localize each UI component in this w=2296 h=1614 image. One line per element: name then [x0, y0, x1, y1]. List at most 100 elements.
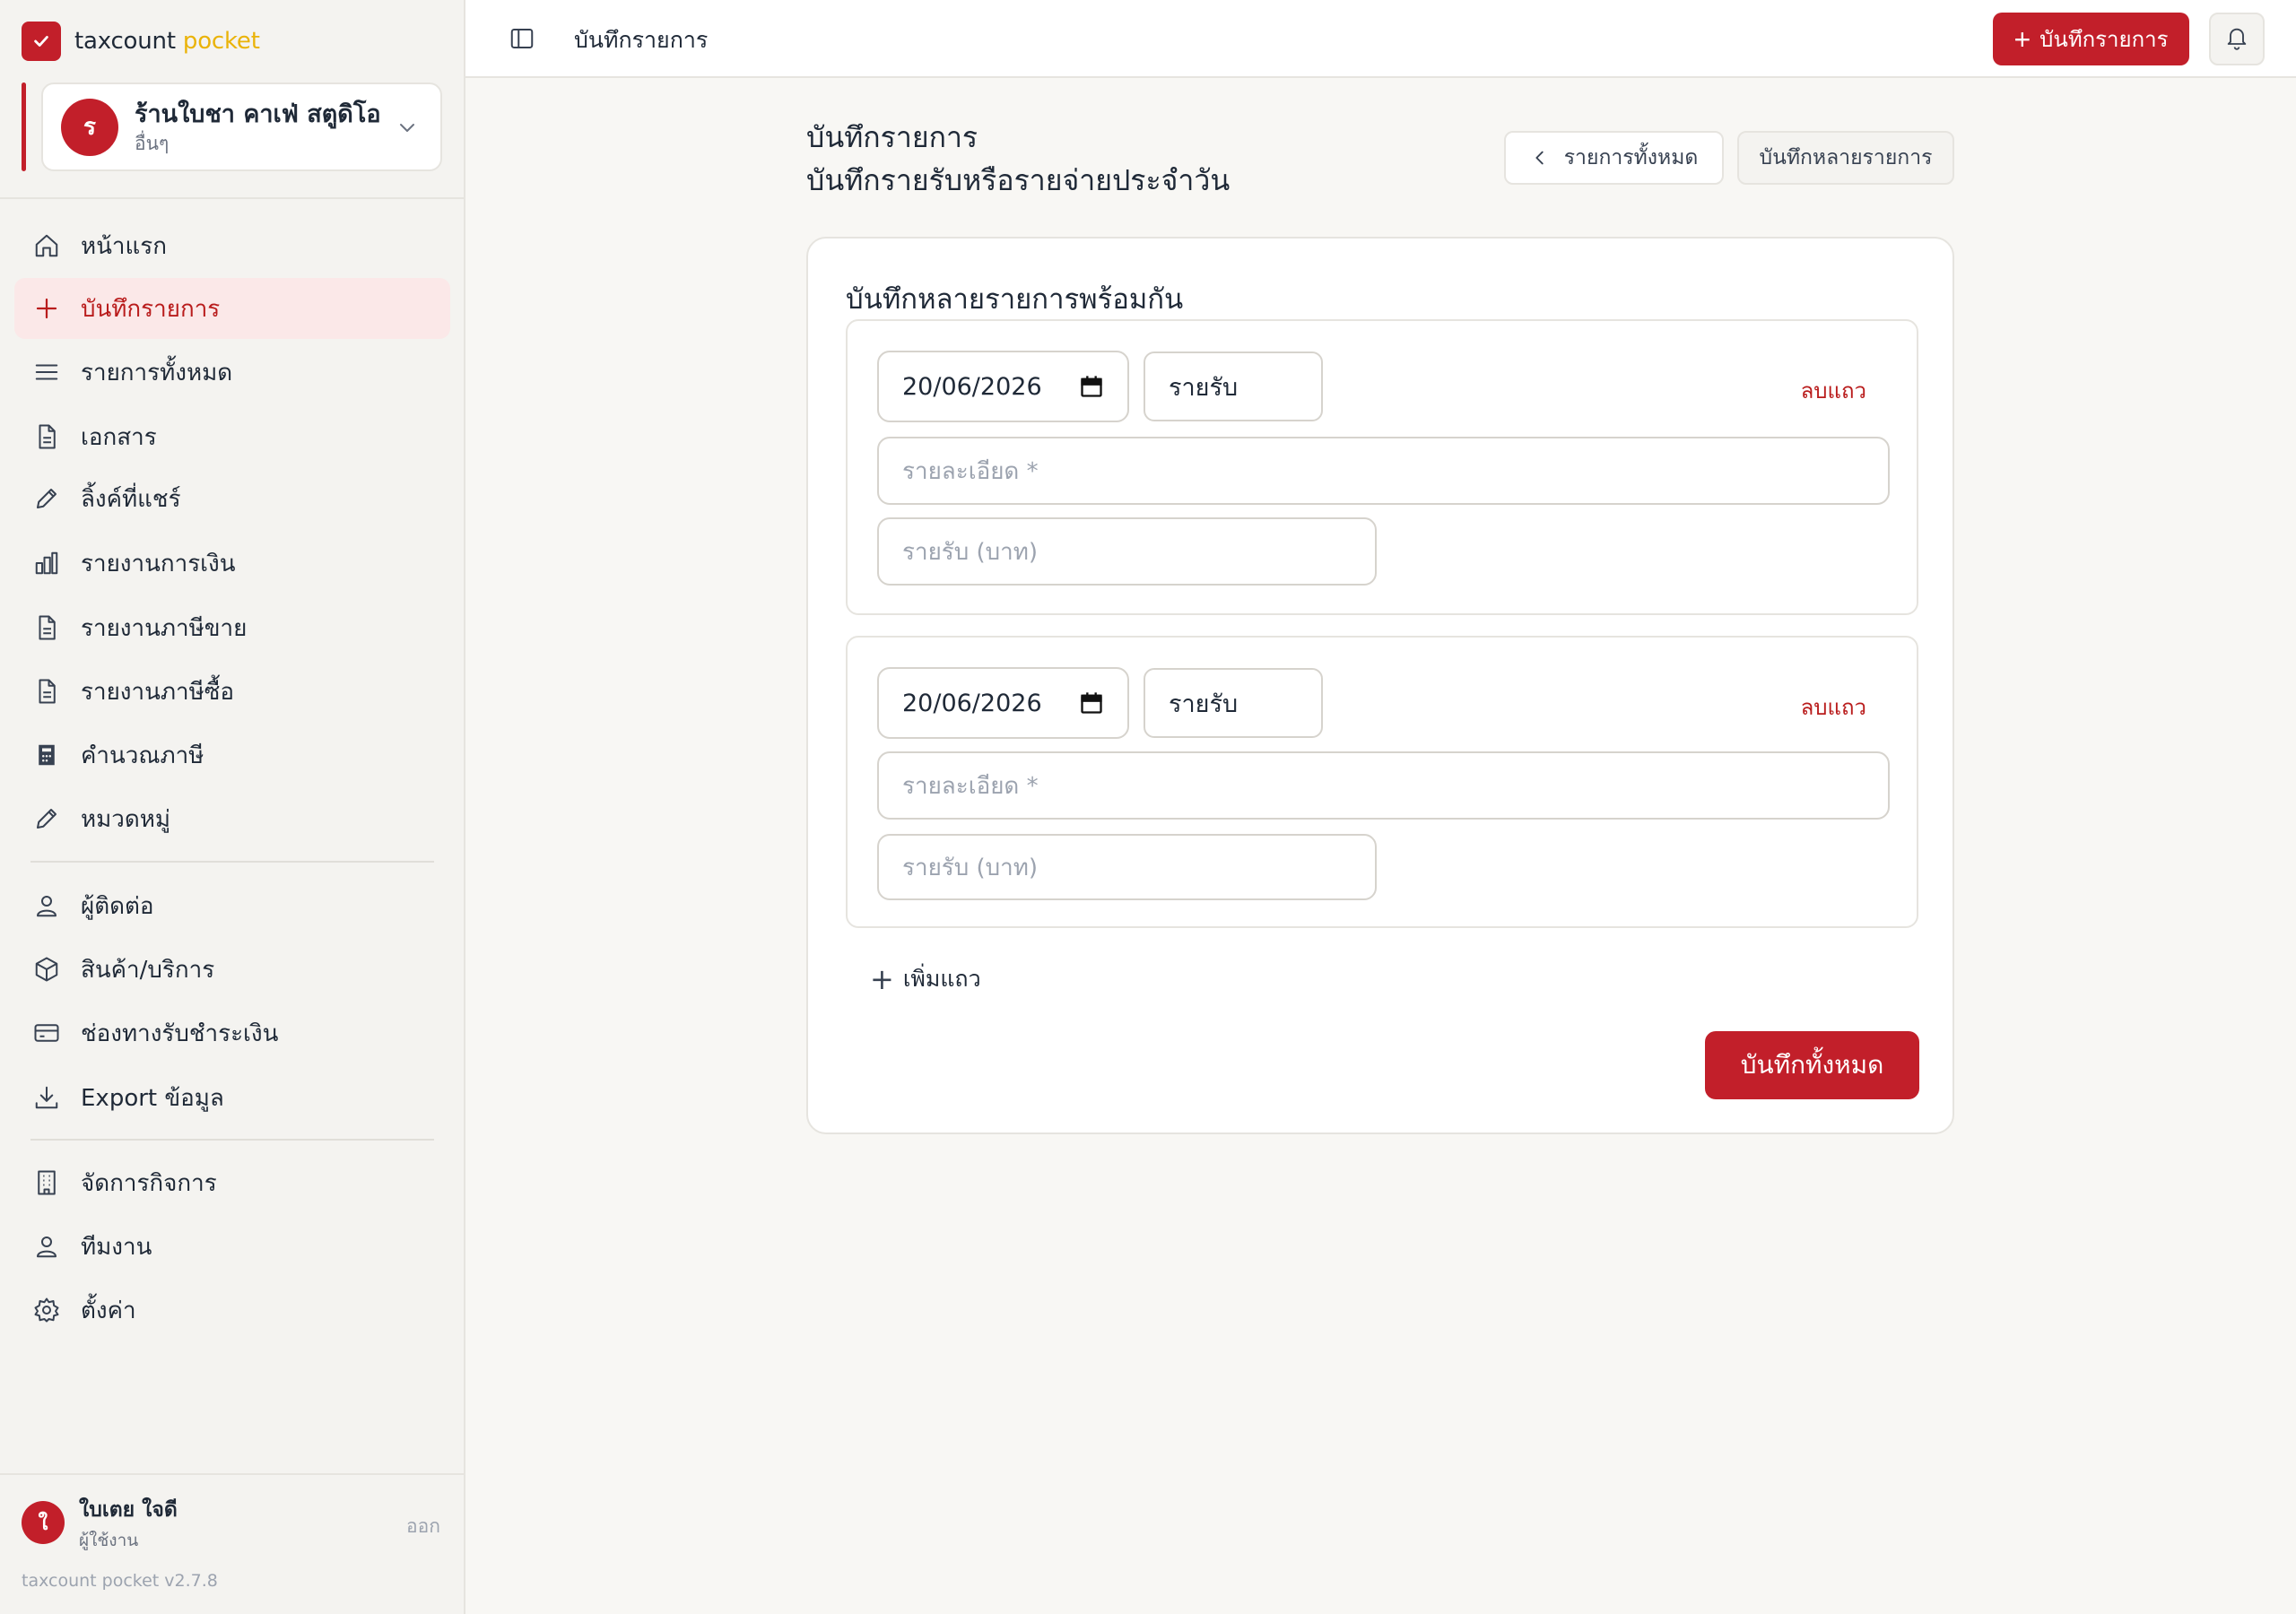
org-name: ร้านใบชา คาเฟ่ สตูดิโอ [135, 100, 381, 128]
org-switcher[interactable]: ร ร้านใบชา คาเฟ่ สตูดิโอ อื่นๆ [41, 82, 442, 171]
calendar-icon[interactable] [1079, 374, 1104, 399]
amount-input[interactable]: รายรับ (บาท) [877, 517, 1377, 586]
building-icon [30, 1167, 63, 1199]
sidebar-item-record[interactable]: บันทึกรายการ [14, 278, 450, 339]
org-active-indicator [22, 82, 26, 171]
form-title: บันทึกหลายรายการพร้อมกัน [846, 283, 1184, 316]
sidebar-toggle-icon[interactable] [507, 23, 537, 54]
add-row-button[interactable]: + เพิ่มแถว [870, 961, 981, 997]
brand-name: taxcount pocket [74, 28, 260, 55]
sidebar-item-export[interactable]: Export ข้อมูล [14, 1067, 450, 1128]
gear-icon [30, 1294, 63, 1326]
credit-card-icon [30, 1017, 63, 1049]
sidebar-item-tax-calc[interactable]: คำนวณภาษี [14, 725, 450, 785]
list-icon [30, 356, 63, 388]
org-avatar: ร [61, 98, 118, 156]
date-input[interactable]: 20/06/2026 [877, 667, 1129, 739]
calendar-icon[interactable] [1079, 690, 1104, 716]
download-icon [30, 1081, 63, 1114]
sidebar-item-label: จัดการกิจการ [81, 1169, 217, 1197]
back-button-label: รายการทั้งหมด [1563, 146, 1699, 169]
logout-button[interactable]: ออก [406, 1512, 440, 1541]
back-to-all-items-button[interactable]: รายการทั้งหมด [1504, 131, 1724, 185]
delete-row-button[interactable]: ลบแถว [1801, 690, 1866, 725]
org-category: อื่นๆ [135, 132, 170, 154]
sidebar-item-label: รายงานภาษีขาย [81, 614, 248, 642]
detail-input[interactable]: รายละเอียด * [877, 751, 1890, 820]
sidebar-divider [0, 197, 465, 199]
sidebar-item-shared-links[interactable]: ลิ้งค์ที่แชร์ [14, 468, 450, 529]
save-all-button[interactable]: บันทึกทั้งหมด [1705, 1031, 1919, 1099]
sidebar-item-team[interactable]: ทีมงาน [14, 1216, 450, 1277]
user-role: ผู้ใช้งาน [79, 1531, 139, 1550]
plus-icon [30, 292, 63, 325]
sidebar-item-purchase-tax-report[interactable]: รายงานภาษีซื้อ [14, 661, 450, 722]
nav-divider [30, 1139, 434, 1141]
nav-divider [30, 861, 434, 863]
box-icon [30, 953, 63, 985]
pencil-icon [30, 803, 63, 835]
chevron-left-icon [1530, 148, 1550, 168]
plus-icon: + [870, 962, 894, 996]
multi-record-button[interactable]: บันทึกหลายรายการ [1737, 131, 1954, 185]
sidebar-item-all-items[interactable]: รายการทั้งหมด [14, 342, 450, 403]
breadcrumb: บันทึกรายการ [574, 27, 709, 53]
sidebar-item-home[interactable]: หน้าแรก [14, 215, 450, 276]
sidebar-item-label: บันทึกรายการ [81, 295, 221, 323]
new-record-button-label: บันทึกรายการ [2039, 28, 2169, 52]
sidebar-item-payment-channels[interactable]: ช่องทางรับชำระเงิน [14, 1002, 450, 1063]
brand-name-text: taxcount [74, 28, 176, 55]
sidebar-item-label: รายงานการเงิน [81, 550, 236, 577]
topbar: บันทึกรายการ + บันทึกรายการ [465, 0, 2296, 78]
add-row-label: เพิ่มแถว [902, 966, 981, 992]
type-select[interactable]: รายรับ [1144, 351, 1323, 421]
delete-row-button[interactable]: ลบแถว [1801, 373, 1866, 408]
notification-button[interactable] [2209, 13, 2265, 65]
home-icon [30, 230, 63, 262]
sidebar-item-label: ตั้งค่า [81, 1297, 136, 1324]
sidebar-item-label: รายงานภาษีซื้อ [81, 678, 235, 706]
sidebar-item-label: ลิ้งค์ที่แชร์ [81, 485, 181, 513]
sidebar-item-label: หน้าแรก [81, 232, 167, 260]
entry-row: 20/06/2026 รายรับ ลบแถว รายละเอียด * ราย… [846, 319, 1918, 615]
document-icon [30, 612, 63, 644]
brand[interactable]: taxcount pocket [22, 22, 260, 61]
sidebar-item-label: ผู้ติดต่อ [81, 892, 154, 920]
sidebar-item-label: สินค้า/บริการ [81, 956, 215, 984]
sidebar-footer-divider [0, 1473, 465, 1475]
user-name: ใบเตย ใจดี [79, 1498, 178, 1522]
sidebar-item-documents[interactable]: เอกสาร [14, 406, 450, 467]
plus-icon: + [2013, 22, 2031, 56]
type-select[interactable]: รายรับ [1144, 668, 1323, 738]
user-icon [30, 889, 63, 922]
avatar: ใ [22, 1501, 65, 1544]
new-record-button[interactable]: + บันทึกรายการ [1993, 13, 2189, 65]
chevron-down-icon [392, 112, 422, 143]
sidebar-item-financial-report[interactable]: รายงานการเงิน [14, 533, 450, 594]
date-input[interactable]: 20/06/2026 [877, 351, 1129, 422]
sidebar-item-categories[interactable]: หมวดหมู่ [14, 788, 450, 849]
user-icon [30, 1230, 63, 1263]
brand-accent-text: pocket [182, 28, 260, 55]
sidebar-item-products[interactable]: สินค้า/บริการ [14, 939, 450, 1000]
sidebar-item-settings[interactable]: ตั้งค่า [14, 1280, 450, 1341]
sidebar-item-label: รายการทั้งหมด [81, 359, 233, 386]
document-icon [30, 421, 63, 453]
sidebar: taxcount pocket ร ร้านใบชา คาเฟ่ สตูดิโอ… [0, 0, 465, 1614]
entry-row: 20/06/2026 รายรับ ลบแถว รายละเอียด * ราย… [846, 636, 1918, 928]
sidebar-item-contacts[interactable]: ผู้ติดต่อ [14, 875, 450, 936]
sidebar-item-business[interactable]: จัดการกิจการ [14, 1152, 450, 1213]
calculator-icon [30, 739, 63, 771]
sidebar-item-sales-tax-report[interactable]: รายงานภาษีขาย [14, 597, 450, 658]
app-version: taxcount pocket v2.7.8 [22, 1571, 218, 1591]
page-subtitle: บันทึกรายรับหรือรายจ่ายประจำวัน [806, 163, 1231, 197]
date-value: 20/06/2026 [902, 689, 1042, 717]
sidebar-item-label: ทีมงาน [81, 1233, 152, 1261]
sidebar-item-label: หมวดหมู่ [81, 805, 171, 833]
sidebar-item-label: คำนวณภาษี [81, 742, 204, 769]
detail-input[interactable]: รายละเอียด * [877, 437, 1890, 505]
multi-record-card: บันทึกหลายรายการพร้อมกัน 20/06/2026 รายร… [806, 237, 1954, 1134]
amount-input[interactable]: รายรับ (บาท) [877, 834, 1377, 900]
sidebar-item-label: เอกสาร [81, 423, 157, 451]
sidebar-item-label: ช่องทางรับชำระเงิน [81, 1020, 279, 1047]
